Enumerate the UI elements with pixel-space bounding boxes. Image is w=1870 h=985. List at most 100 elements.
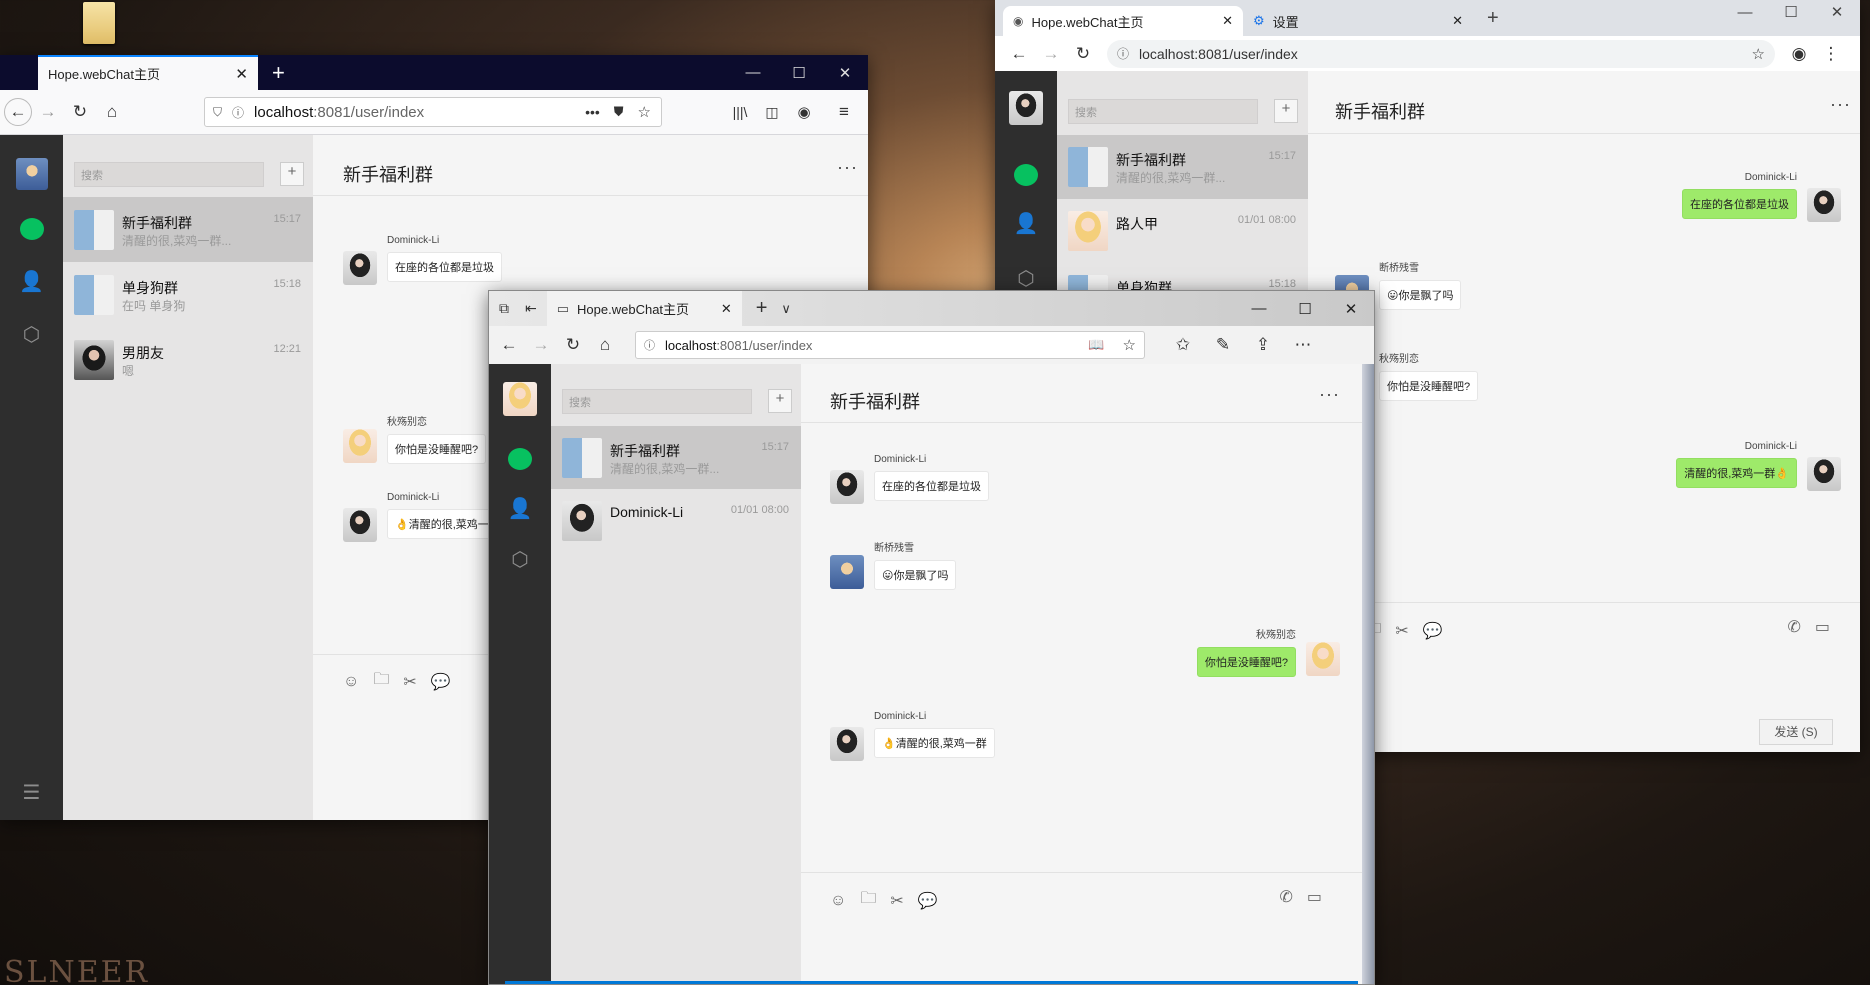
- bookmark-star-icon[interactable]: ☆: [1752, 45, 1765, 63]
- cube-icon[interactable]: ⬡: [511, 547, 528, 572]
- forward-icon[interactable]: →: [32, 102, 64, 122]
- search-input[interactable]: 搜索: [562, 389, 752, 414]
- favorites-icon[interactable]: ✩: [1167, 335, 1199, 355]
- set-aside-tabs-icon[interactable]: ⧉: [499, 300, 509, 317]
- close-icon[interactable]: ✕: [721, 301, 732, 317]
- emoji-icon[interactable]: ☺: [343, 673, 359, 691]
- close-window-icon[interactable]: ✕: [1328, 300, 1374, 318]
- conversation-item[interactable]: 路人甲 01/01 08:00: [1057, 199, 1308, 263]
- kebab-menu-icon[interactable]: ⋮: [1815, 44, 1847, 64]
- video-icon[interactable]: ▭: [1307, 887, 1322, 907]
- tab-hopewebchat[interactable]: ▭ Hope.webChat主页 ✕: [546, 291, 742, 326]
- scissors-icon[interactable]: ✂: [403, 672, 416, 692]
- contacts-icon[interactable]: 👤: [1014, 211, 1039, 236]
- phone-icon[interactable]: ✆: [1787, 617, 1800, 637]
- close-icon[interactable]: ✕: [1222, 13, 1233, 29]
- sidebar-icon[interactable]: ◫: [756, 104, 788, 121]
- tab-preview-icon[interactable]: ∨: [781, 301, 791, 317]
- minimize-icon[interactable]: —: [730, 64, 776, 81]
- favorite-star-icon[interactable]: ☆: [1123, 336, 1136, 354]
- scissors-icon[interactable]: ✂: [890, 891, 903, 911]
- cube-icon[interactable]: ⬡: [23, 322, 40, 347]
- search-input[interactable]: 搜索: [74, 162, 264, 187]
- chat-bubble-icon[interactable]: [1014, 164, 1038, 186]
- desktop-folder-icon[interactable]: [83, 2, 115, 44]
- conversation-item[interactable]: 单身狗群 15:18 在吗 单身狗: [63, 262, 313, 327]
- back-icon[interactable]: ←: [1003, 44, 1035, 64]
- page-actions-icon[interactable]: •••: [585, 104, 600, 120]
- more-menu-icon[interactable]: ⋯: [1287, 335, 1319, 355]
- pen-icon[interactable]: ✎: [1207, 335, 1239, 355]
- back-icon[interactable]: ←: [4, 98, 32, 126]
- hamburger-icon[interactable]: ☰: [23, 780, 41, 805]
- minimize-icon[interactable]: —: [1236, 300, 1282, 317]
- new-tab-icon[interactable]: +: [756, 297, 768, 320]
- add-button[interactable]: +: [768, 389, 792, 413]
- chat-bubble-icon[interactable]: [19, 218, 44, 240]
- contacts-icon[interactable]: 👤: [19, 269, 44, 294]
- library-icon[interactable]: |||\: [724, 104, 756, 120]
- close-icon[interactable]: ✕: [1452, 13, 1463, 29]
- maximize-icon[interactable]: ☐: [1768, 3, 1814, 21]
- maximize-icon[interactable]: ☐: [1282, 300, 1328, 318]
- bookmark-star-icon[interactable]: ☆: [638, 103, 651, 121]
- add-button[interactable]: +: [280, 162, 304, 186]
- chat-history-icon[interactable]: 💬: [431, 672, 451, 692]
- new-tab-icon[interactable]: +: [272, 60, 285, 86]
- user-avatar[interactable]: [1009, 91, 1043, 125]
- close-window-icon[interactable]: ✕: [1814, 3, 1860, 21]
- close-window-icon[interactable]: ✕: [822, 64, 868, 82]
- search-input[interactable]: 搜索: [1068, 99, 1258, 124]
- add-button[interactable]: +: [1274, 99, 1298, 123]
- minimize-icon[interactable]: —: [1722, 4, 1768, 21]
- share-icon[interactable]: ⇪: [1247, 335, 1279, 355]
- reading-view-icon[interactable]: 📖: [1088, 337, 1104, 353]
- user-avatar[interactable]: [15, 158, 48, 190]
- url-bar[interactable]: ⓘ localhost :8081/user/index 📖 ☆: [635, 331, 1145, 359]
- new-tab-icon[interactable]: +: [1487, 7, 1499, 30]
- chat-bubble-icon[interactable]: [508, 448, 532, 470]
- scissors-icon[interactable]: ✂: [1395, 621, 1408, 641]
- pocket-icon[interactable]: ⛊: [614, 104, 624, 120]
- conversation-item[interactable]: Dominick-Li 01/01 08:00: [551, 489, 801, 552]
- chat-history-icon[interactable]: 💬: [918, 891, 938, 911]
- forward-icon[interactable]: →: [525, 335, 557, 355]
- reload-icon[interactable]: ↻: [64, 102, 96, 122]
- home-icon[interactable]: ⌂: [96, 102, 128, 122]
- url-bar[interactable]: ⛉ ⓘ localhost :8081/user/index ••• ⛊ ☆: [204, 97, 662, 127]
- more-icon[interactable]: ···: [837, 157, 858, 178]
- conversation-item[interactable]: 新手福利群 15:17 清醒的很,菜鸡一群...: [63, 197, 313, 262]
- folder-icon[interactable]: 🗀: [860, 887, 876, 914]
- video-icon[interactable]: ▭: [1815, 617, 1830, 637]
- conversation-item[interactable]: 男朋友 12:21 嗯: [63, 327, 313, 392]
- close-icon[interactable]: ✕: [235, 65, 248, 83]
- cube-icon[interactable]: ⬡: [1017, 266, 1034, 291]
- menu-icon[interactable]: ≡: [828, 102, 860, 122]
- reload-icon[interactable]: ↻: [1067, 44, 1099, 64]
- account-icon[interactable]: ◉: [788, 103, 820, 121]
- nav-rail: 👤 ⬡ ☰: [0, 135, 63, 820]
- forward-icon[interactable]: →: [1035, 44, 1067, 64]
- tab-hopewebchat[interactable]: ◉ Hope.webChat主页 ✕: [1003, 6, 1243, 36]
- send-button[interactable]: 发送 (S): [1759, 719, 1833, 745]
- contacts-icon[interactable]: 👤: [508, 496, 533, 521]
- reload-icon[interactable]: ↻: [557, 335, 589, 355]
- more-icon[interactable]: ···: [1319, 384, 1340, 405]
- show-tabs-icon[interactable]: ⇤: [525, 300, 537, 317]
- conversation-item[interactable]: 新手福利群 15:17 清醒的很,菜鸡一群...: [1057, 135, 1308, 199]
- phone-icon[interactable]: ✆: [1279, 887, 1292, 907]
- conversation-item[interactable]: 新手福利群 15:17 清醒的很,菜鸡一群...: [551, 426, 801, 489]
- folder-icon[interactable]: 🗀: [373, 668, 389, 695]
- chat-history-icon[interactable]: 💬: [1423, 621, 1443, 641]
- conversation-last-message: 在吗 单身狗: [122, 298, 186, 313]
- home-icon[interactable]: ⌂: [589, 335, 621, 355]
- tab-hopewebchat[interactable]: Hope.webChat主页 ✕: [38, 55, 258, 90]
- tab-settings[interactable]: ⚙ 设置 ✕: [1243, 6, 1473, 36]
- more-icon[interactable]: ···: [1830, 94, 1851, 115]
- user-avatar[interactable]: [503, 382, 537, 416]
- url-bar[interactable]: ⓘ localhost:8081/user/index ☆: [1107, 39, 1775, 68]
- maximize-icon[interactable]: ☐: [776, 64, 822, 82]
- account-icon[interactable]: ◉: [1783, 44, 1815, 64]
- emoji-icon[interactable]: ☺: [830, 892, 846, 910]
- back-icon[interactable]: ←: [493, 335, 525, 355]
